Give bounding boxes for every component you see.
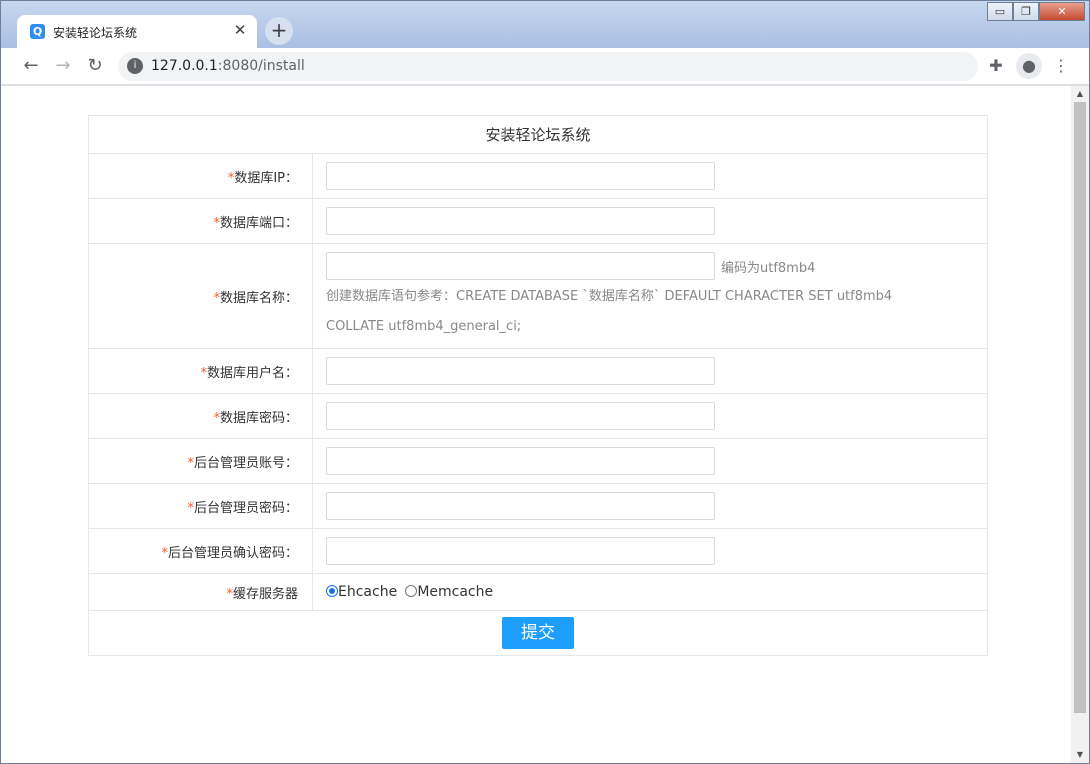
ehcache-radio[interactable] <box>326 585 338 597</box>
menu-icon[interactable]: ⋮ <box>1048 53 1074 79</box>
label-text: 数据库用户名： <box>206 365 298 381</box>
memcache-radio[interactable] <box>405 585 418 597</box>
window-controls: ▭ ❐ ✕ <box>987 2 1085 22</box>
close-window-button[interactable]: ✕ <box>1039 2 1085 21</box>
url-path: :8080/install <box>217 58 305 74</box>
extensions-icon[interactable]: ✚ <box>983 53 1009 79</box>
field-label: *数据库名称： <box>88 243 313 349</box>
page-content: 安装轻论坛系统 *数据库IP： *数据库端口： *数据库名称： 编码为utf8m… <box>1 86 1089 763</box>
site-favicon-icon: Q <box>30 24 45 39</box>
db-create-reference-line1: 创建数据库语句参考：CREATE DATABASE `数据库名称` DEFAUL… <box>326 289 893 304</box>
ehcache-label[interactable]: Ehcache <box>338 584 397 600</box>
vertical-scrollbar[interactable]: ▲ ▼ <box>1071 86 1089 763</box>
minimize-button[interactable]: ▭ <box>987 2 1013 21</box>
memcache-label[interactable]: Memcache <box>417 584 493 600</box>
label-text: 数据库密码： <box>219 410 298 426</box>
label-text: 后台管理员账号： <box>193 455 298 471</box>
field-label: *数据库IP： <box>88 153 313 199</box>
field-cell <box>312 198 988 244</box>
field-cell <box>312 348 988 394</box>
field-label: *数据库用户名： <box>88 348 313 394</box>
label-text: 缓存服务器 <box>232 586 298 602</box>
field-cell <box>312 393 988 439</box>
reload-icon[interactable]: ↻ <box>82 53 108 79</box>
browser-tab[interactable]: Q 安装轻论坛系统 ✕ <box>17 15 257 48</box>
cache-options: Ehcache Memcache <box>312 573 988 611</box>
label-text: 数据库IP： <box>234 170 298 186</box>
db-username-input[interactable] <box>326 357 715 385</box>
field-label: *数据库密码： <box>88 393 313 439</box>
restore-button[interactable]: ❐ <box>1013 2 1039 21</box>
form-title: 安装轻论坛系统 <box>88 115 988 154</box>
browser-toolbar: ← → ↻ i 127.0.0.1:8080/install ✚ ● ⋮ <box>1 48 1089 85</box>
new-tab-button[interactable]: + <box>265 17 293 45</box>
admin-password-input[interactable] <box>326 492 715 520</box>
install-form: 安装轻论坛系统 *数据库IP： *数据库端口： *数据库名称： 编码为utf8m… <box>88 115 988 656</box>
db-ip-input[interactable] <box>326 162 715 190</box>
address-bar[interactable]: i 127.0.0.1:8080/install <box>118 52 978 81</box>
db-name-input[interactable] <box>326 252 715 280</box>
field-label: *后台管理员密码： <box>88 483 313 529</box>
db-port-input[interactable] <box>326 207 715 235</box>
url-host: 127.0.0.1 <box>151 58 218 74</box>
label-text: 后台管理员密码： <box>193 500 298 516</box>
site-info-icon[interactable]: i <box>127 58 143 74</box>
browser-window: Q 安装轻论坛系统 ✕ + ▭ ❐ ✕ ← → ↻ i 127.0.0.1:80… <box>0 0 1090 764</box>
label-text: 数据库端口： <box>219 215 298 231</box>
label-text: 数据库名称： <box>219 290 298 306</box>
field-label: *后台管理员账号： <box>88 438 313 484</box>
field-cell <box>312 483 988 529</box>
title-bar: Q 安装轻论坛系统 ✕ + ▭ ❐ ✕ <box>1 1 1089 48</box>
scroll-up-icon[interactable]: ▲ <box>1071 87 1089 101</box>
db-name-encoding-hint: 编码为utf8mb4 <box>721 260 816 276</box>
submit-button[interactable]: 提交 <box>502 617 574 649</box>
forward-icon[interactable]: → <box>50 53 76 79</box>
db-create-reference-line2: COLLATE utf8mb4_general_ci; <box>326 319 522 334</box>
scroll-thumb[interactable] <box>1074 102 1086 713</box>
submit-row: 提交 <box>88 610 988 656</box>
admin-confirm-password-input[interactable] <box>326 537 715 565</box>
field-label: *数据库端口： <box>88 198 313 244</box>
url-text: 127.0.0.1:8080/install <box>151 58 305 74</box>
admin-account-input[interactable] <box>326 447 715 475</box>
tab-close-icon[interactable]: ✕ <box>231 21 249 39</box>
scroll-down-icon[interactable]: ▼ <box>1071 748 1089 762</box>
field-cell: 编码为utf8mb4 创建数据库语句参考：CREATE DATABASE `数据… <box>312 243 988 349</box>
field-label: *缓存服务器 <box>88 573 313 611</box>
field-cell <box>312 153 988 199</box>
field-cell <box>312 438 988 484</box>
tab-title: 安装轻论坛系统 <box>53 26 138 40</box>
db-password-input[interactable] <box>326 402 715 430</box>
field-label: *后台管理员确认密码： <box>88 528 313 574</box>
back-icon[interactable]: ← <box>18 53 44 79</box>
label-text: 后台管理员确认密码： <box>167 545 298 561</box>
field-cell <box>312 528 988 574</box>
profile-icon[interactable]: ● <box>1016 53 1042 79</box>
